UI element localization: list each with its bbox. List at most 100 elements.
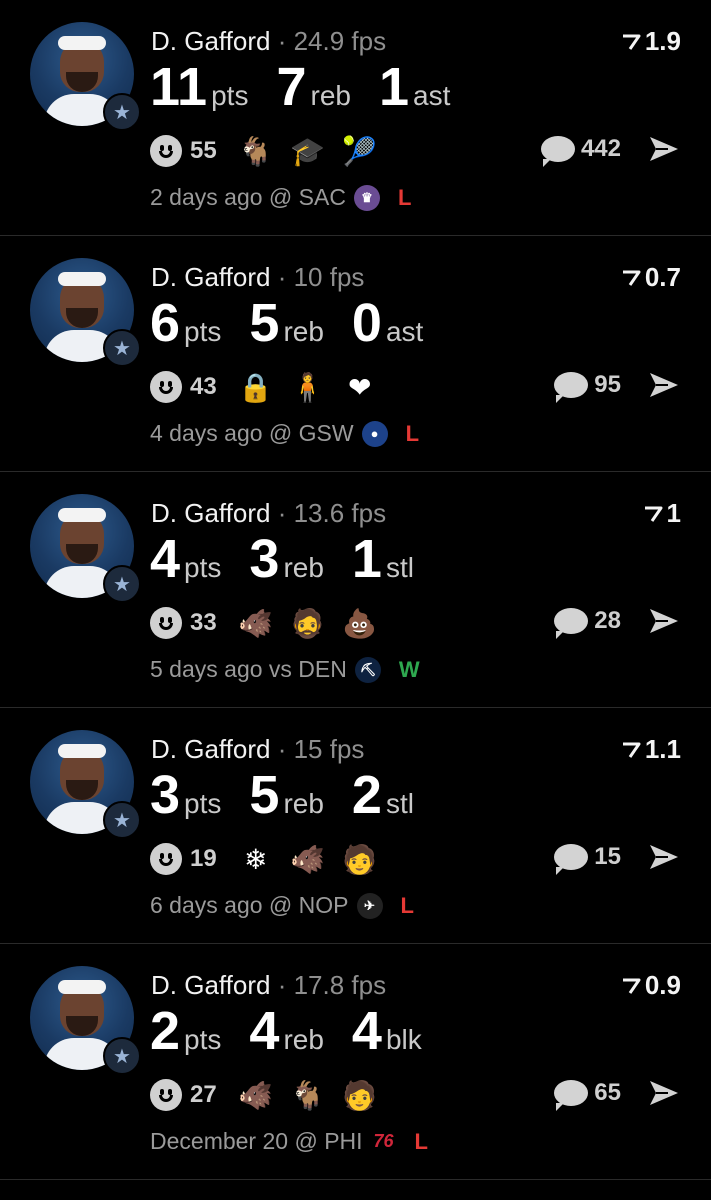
stat-line: 6 pts 5 reb 0 ast	[150, 296, 451, 350]
rating-arrow-icon	[622, 34, 641, 50]
stat-label: pts	[184, 316, 222, 347]
person-sticker-icon[interactable]: 🧑	[342, 1078, 377, 1112]
smiley-icon[interactable]	[150, 1079, 182, 1111]
share-icon[interactable]	[647, 1078, 681, 1108]
post-feed: ★ D. Gafford · 24.9 fps 1.9 11 pts 7 reb 1 as…	[0, 0, 711, 1180]
comment-count: 95	[594, 371, 621, 398]
comments: 65	[554, 1078, 681, 1111]
mavericks-logo-icon: ★	[103, 565, 141, 603]
comment-icon[interactable]	[540, 136, 575, 167]
fps-value: · 17.8 fps	[277, 970, 387, 1000]
comment-icon[interactable]	[554, 844, 589, 875]
reaction-count: 33	[190, 609, 217, 636]
goat-icon[interactable]: 🐐	[290, 1078, 325, 1112]
post-card-3[interactable]: ★ D. Gafford · 13.6 fps 1 4 pts 3 reb 1 stl 3…	[0, 472, 711, 708]
post-card-4[interactable]: ★ D. Gafford · 15 fps 1.1 3 pts 5 reb 2 stl 1…	[0, 708, 711, 944]
stat-label: ast	[413, 80, 451, 111]
game-info: 2 days ago @ SAC ♛ L	[150, 184, 411, 211]
stat-line: 11 pts 7 reb 1 ast	[150, 60, 478, 114]
stat-ast: 1 ast	[379, 60, 450, 114]
player-name[interactable]: D. Gafford	[151, 734, 270, 764]
stat-stl: 1 stl	[352, 532, 414, 586]
game-date: 5 days ago vs DEN	[150, 656, 347, 682]
game-result: L	[414, 1128, 428, 1154]
reaction-count: 19	[190, 845, 217, 872]
share-icon[interactable]	[647, 370, 681, 400]
share-icon[interactable]	[647, 842, 681, 872]
post-title: D. Gafford · 17.8 fps	[151, 970, 386, 1001]
rating-value: 1.1	[644, 734, 681, 764]
boar-icon[interactable]: 🐗	[238, 606, 273, 640]
stat-value: 4	[249, 1001, 280, 1061]
stat-label: blk	[385, 1024, 422, 1055]
post-card-2[interactable]: ★ D. Gafford · 10 fps 0.7 6 pts 5 reb 0 ast 4…	[0, 236, 711, 472]
stat-value: 5	[249, 293, 280, 353]
smiley-icon[interactable]	[150, 607, 182, 639]
rating: 0.9	[621, 970, 681, 1001]
reaction-count: 55	[190, 137, 217, 164]
comment-count: 15	[594, 843, 621, 870]
goat-icon[interactable]: 🐐	[238, 134, 273, 168]
smiley-icon[interactable]	[150, 843, 182, 875]
stat-value: 6	[150, 293, 181, 353]
game-result: W	[398, 656, 420, 682]
stat-pts: 2 pts	[150, 1004, 221, 1058]
reactions: 19 ❄ 🐗 🧑	[150, 842, 395, 876]
person-sticker-icon[interactable]: 🧔	[290, 606, 325, 640]
post-title: D. Gafford · 15 fps	[151, 734, 364, 765]
game-info: 5 days ago vs DEN ⛏ W	[150, 656, 420, 683]
lock-icon[interactable]: 🔒	[238, 370, 273, 404]
poop-icon[interactable]: 💩	[342, 606, 377, 640]
rating: 0.7	[621, 262, 681, 293]
boar-icon[interactable]: 🐗	[238, 1078, 273, 1112]
stat-label: pts	[211, 80, 249, 111]
stat-reb: 4 reb	[249, 1004, 324, 1058]
game-date: 6 days ago @ NOP	[150, 892, 349, 918]
game-info: December 20 @ PHI 76 L	[150, 1128, 428, 1155]
snowflake-icon[interactable]: ❄	[239, 842, 273, 876]
post-card-1[interactable]: ★ D. Gafford · 24.9 fps 1.9 11 pts 7 reb 1 as…	[0, 0, 711, 236]
comments: 442	[540, 134, 681, 167]
stat-label: stl	[385, 788, 414, 819]
stat-ast: 0 ast	[352, 296, 423, 350]
player-name[interactable]: D. Gafford	[151, 262, 270, 292]
player-name[interactable]: D. Gafford	[151, 26, 270, 56]
player-sticker-icon[interactable]: 🧍	[290, 370, 325, 404]
comment-icon[interactable]	[554, 608, 589, 639]
comment-icon[interactable]	[554, 372, 589, 403]
pelicans-logo-icon: ✈	[356, 892, 383, 919]
share-icon[interactable]	[647, 134, 681, 164]
post-title: D. Gafford · 24.9 fps	[151, 26, 386, 57]
stat-value: 4	[351, 1001, 382, 1061]
stat-pts: 4 pts	[150, 532, 221, 586]
rating: 1.9	[621, 26, 681, 57]
stat-label: reb	[283, 552, 324, 583]
graduation-cap-icon[interactable]: 🎓	[290, 134, 325, 168]
nuggets-logo-icon: ⛏	[354, 656, 381, 683]
smiley-icon[interactable]	[150, 371, 182, 403]
tennis-ball-icon[interactable]: 🎾	[342, 134, 377, 168]
person-sticker-icon[interactable]: 🧑	[342, 842, 377, 876]
mavericks-logo-icon: ★	[103, 1037, 141, 1075]
stat-pts: 3 pts	[150, 768, 221, 822]
share-icon[interactable]	[647, 606, 681, 636]
stat-label: pts	[184, 1024, 222, 1055]
stat-label: reb	[283, 788, 324, 819]
smiley-icon[interactable]	[150, 135, 182, 167]
kings-logo-icon: ♛	[353, 184, 380, 211]
player-name[interactable]: D. Gafford	[151, 970, 270, 1000]
boar-icon[interactable]: 🐗	[290, 842, 325, 876]
heart-icon[interactable]: ❤	[343, 370, 377, 404]
stat-label: pts	[184, 552, 222, 583]
stat-reb: 5 reb	[249, 296, 324, 350]
player-name[interactable]: D. Gafford	[151, 498, 270, 528]
game-result: L	[397, 184, 412, 210]
comment-icon[interactable]	[554, 1080, 589, 1111]
stat-line: 2 pts 4 reb 4 blk	[150, 1004, 450, 1058]
warriors-logo-icon: ●	[361, 420, 388, 447]
post-card-5[interactable]: ★ D. Gafford · 17.8 fps 0.9 2 pts 4 reb 4 blk…	[0, 944, 711, 1180]
stat-blk: 4 blk	[352, 1004, 422, 1058]
post-title: D. Gafford · 10 fps	[151, 262, 364, 293]
fps-value: · 13.6 fps	[277, 498, 387, 528]
rating-value: 0.7	[644, 262, 681, 292]
